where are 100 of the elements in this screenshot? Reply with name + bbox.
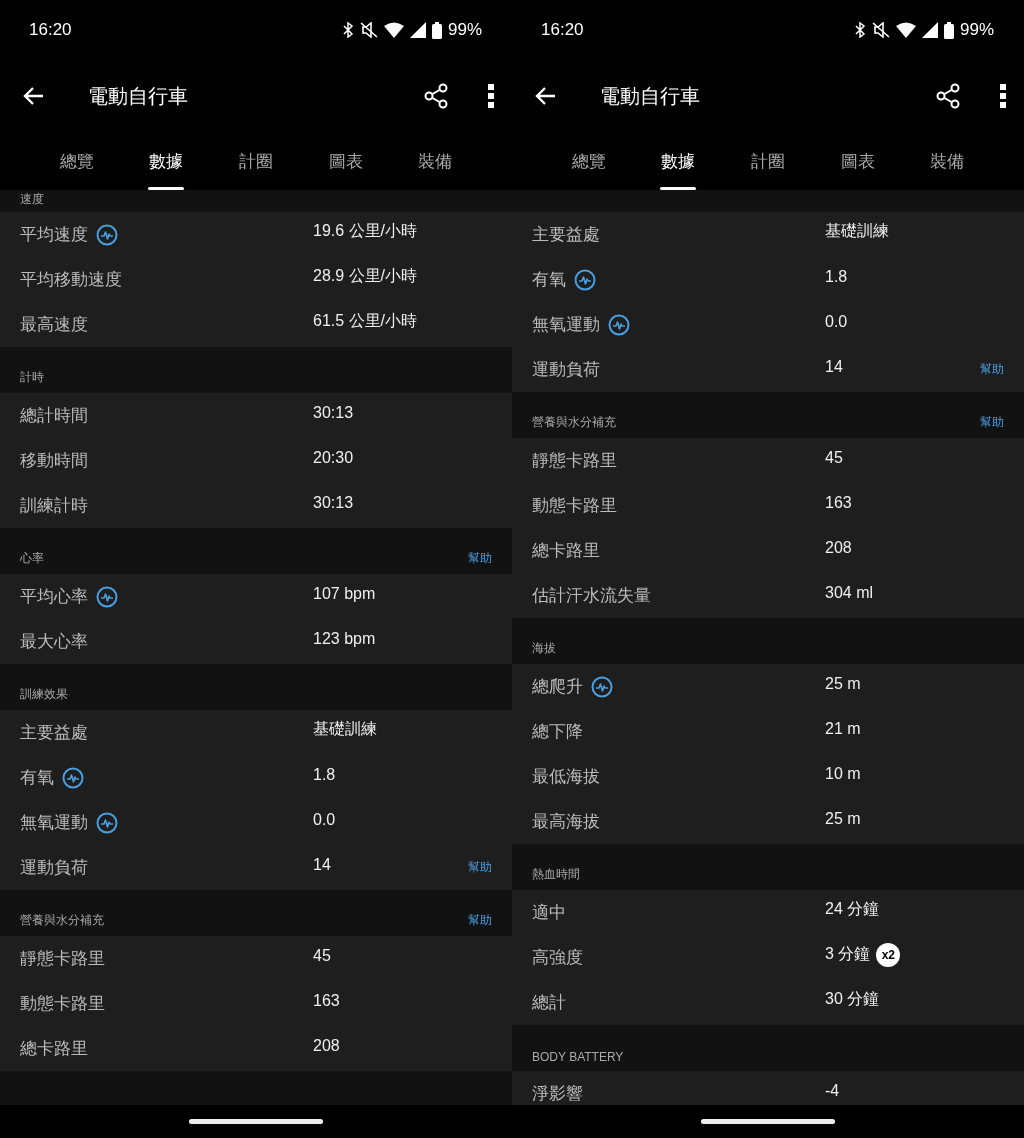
metric-label: 平均速度 [20,224,88,246]
wifi-icon [383,22,404,38]
metric-label: 最高海拔 [532,811,600,833]
metric-value: 123 bpm [313,629,376,648]
status-time: 16:20 [541,20,584,40]
mute-icon [871,22,890,38]
tab[interactable]: 圖表 [812,132,903,190]
metric-value: 30:13 [313,493,354,512]
metric-value: 163 [313,991,340,1010]
metric-label: 運動負荷 [532,359,600,381]
metric-label: 靜態卡路里 [20,948,105,970]
signal-icon [409,22,426,38]
mute-icon [359,22,378,38]
metric-value: 25 m [825,674,861,693]
metric-value: 208 [825,538,852,557]
tab[interactable]: 總覽 [32,132,122,190]
metric-value: 基礎訓練 [825,221,889,241]
metric-label: 有氧 [20,767,54,789]
help-link[interactable]: 幫助 [468,912,492,929]
metric-value: 14 [825,357,843,376]
metric-label: 主要益處 [20,722,88,744]
tab[interactable]: 數據 [633,132,724,190]
share-icon[interactable] [936,83,960,109]
metric-label: 淨影響 [532,1083,583,1105]
metric-value: 30:13 [313,403,354,422]
help-link[interactable]: 幫助 [468,550,492,567]
metric-value: 208 [313,1036,340,1055]
tab[interactable]: 計圈 [211,132,301,190]
metric-value: 304 ml [825,583,874,602]
activity-info-icon[interactable] [608,313,630,336]
screen-title: 電動自行車 [600,83,700,109]
screen-title: 電動自行車 [88,83,188,109]
metric-label: 靜態卡路里 [532,450,617,472]
help-link[interactable]: 幫助 [980,361,1004,378]
multiplier-badge: x2 [876,942,901,967]
metric-value: 3 分鐘 [825,944,871,964]
tab[interactable]: 圖表 [300,132,391,190]
share-icon[interactable] [424,83,448,109]
more-menu-icon[interactable] [488,84,494,108]
metric-value: 45 [313,946,331,965]
metric-label: 平均移動速度 [20,269,122,291]
section-header: BODY BATTERY [532,1050,624,1064]
metric-value: 0.0 [313,810,336,829]
metric-value: 14 [313,855,331,874]
wifi-icon [895,22,916,38]
status-time: 16:20 [29,20,72,40]
metric-label: 最大心率 [20,631,88,653]
section-header: 營養與水分補充 [20,912,104,929]
metric-value: 61.5 公里/小時 [313,311,418,331]
metric-value: -4 [825,1081,840,1100]
metric-label: 總計時間 [20,405,88,427]
tab[interactable]: 總覽 [544,132,634,190]
metric-label: 無氧運動 [532,314,600,336]
metric-label: 無氧運動 [20,812,88,834]
metric-label: 動態卡路里 [20,993,105,1015]
metric-label: 訓練計時 [20,495,88,517]
metric-label: 總計 [532,992,566,1014]
help-link[interactable]: 幫助 [468,859,492,876]
activity-info-icon[interactable] [62,766,84,789]
metric-value: 0.0 [825,312,848,331]
metric-value: 10 m [825,764,861,783]
section-header: 心率 [20,550,44,567]
metric-value: 24 分鐘 [825,899,880,919]
metric-label: 估計汗水流失量 [532,585,651,607]
metric-label: 總爬升 [532,676,583,698]
tab[interactable]: 計圈 [723,132,813,190]
metric-value: 107 bpm [313,584,376,603]
metric-label: 移動時間 [20,450,88,472]
metric-label: 最高速度 [20,314,88,336]
activity-info-icon[interactable] [96,585,118,608]
section-header: 訓練效果 [20,686,68,703]
battery-icon [431,21,442,39]
metric-label: 平均心率 [20,586,88,608]
metric-label: 總下降 [532,721,583,743]
bluetooth-icon [341,22,354,38]
metric-label: 總卡路里 [20,1038,88,1060]
section-header: 海拔 [532,640,556,657]
metric-label: 適中 [532,902,566,924]
metric-value: 25 m [825,809,861,828]
metric-label: 運動負荷 [20,857,88,879]
section-header: 速度 [20,191,44,208]
metric-value: 28.9 公里/小時 [313,266,418,286]
metric-label: 動態卡路里 [532,495,617,517]
activity-info-icon[interactable] [96,223,118,246]
metric-value: 45 [825,448,843,467]
help-link[interactable]: 幫助 [980,414,1004,431]
activity-info-icon[interactable] [591,675,613,698]
metric-label: 有氧 [532,269,566,291]
activity-info-icon[interactable] [96,811,118,834]
more-menu-icon[interactable] [1000,84,1006,108]
section-header: 營養與水分補充 [532,414,616,431]
metric-value: 1.8 [825,267,848,286]
metric-value: 基礎訓練 [313,719,377,739]
bluetooth-icon [853,22,866,38]
tab[interactable]: 數據 [121,132,212,190]
metric-value: 19.6 公里/小時 [313,221,418,241]
tab[interactable]: 裝備 [390,132,480,190]
battery-icon [943,21,954,39]
activity-info-icon[interactable] [574,268,596,291]
tab[interactable]: 裝備 [902,132,992,190]
